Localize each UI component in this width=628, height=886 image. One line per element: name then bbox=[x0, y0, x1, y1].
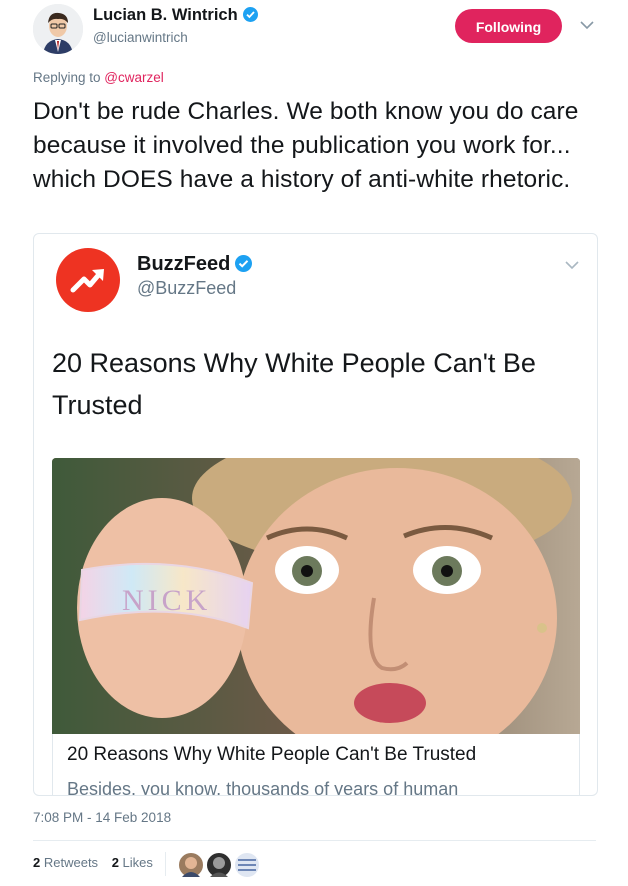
author-avatar[interactable] bbox=[33, 4, 83, 54]
chevron-down-icon[interactable] bbox=[578, 18, 596, 32]
reply-target-link[interactable]: @cwarzel bbox=[104, 70, 163, 85]
quoted-tweet-text: 20 Reasons Why White People Can't Be Tru… bbox=[52, 348, 536, 420]
tweet-stats: 2 Retweets 2 Likes bbox=[33, 855, 163, 870]
liker-avatar[interactable] bbox=[177, 851, 205, 879]
likes-count: 2 bbox=[111, 855, 119, 870]
quoted-author-handle[interactable]: @BuzzFeed bbox=[137, 278, 236, 299]
retweets-count: 2 bbox=[33, 855, 41, 870]
author-handle[interactable]: @lucianwintrich bbox=[93, 30, 188, 45]
quoted-author-name-row[interactable]: BuzzFeed bbox=[137, 253, 253, 276]
chevron-down-icon[interactable] bbox=[564, 258, 580, 270]
retweets-stat[interactable]: 2 Retweets bbox=[33, 855, 98, 870]
author-name[interactable]: Lucian B. Wintrich bbox=[93, 6, 238, 24]
verified-badge-icon bbox=[235, 255, 253, 272]
author-name-row[interactable]: Lucian B. Wintrich bbox=[93, 6, 258, 25]
liker-avatar[interactable] bbox=[205, 851, 233, 879]
tweet-timestamp[interactable]: 7:08 PM - 14 Feb 2018 bbox=[33, 810, 171, 825]
buzzfeed-logo-icon[interactable] bbox=[56, 248, 120, 312]
liker-avatar[interactable] bbox=[233, 851, 261, 879]
article-photo[interactable]: NICK bbox=[52, 458, 580, 734]
replying-to-label: Replying to bbox=[33, 70, 105, 85]
tweet-text: Don't be rude Charles. We both know you … bbox=[33, 98, 579, 193]
replying-to: Replying to @cwarzel bbox=[33, 70, 164, 85]
quoted-author-name[interactable]: BuzzFeed bbox=[137, 253, 230, 275]
link-preview-description: Besides, you know, thousands of years of… bbox=[67, 779, 459, 796]
stats-divider bbox=[165, 852, 166, 876]
quoted-tweet-card[interactable]: BuzzFeed @BuzzFeed 20 Reasons Why White … bbox=[33, 233, 598, 796]
link-preview-title[interactable]: 20 Reasons Why White People Can't Be Tru… bbox=[67, 744, 476, 766]
retweets-label: Retweets bbox=[43, 855, 99, 870]
verified-badge-icon bbox=[242, 7, 258, 22]
bracelet-text: NICK bbox=[122, 584, 211, 617]
avatar-image bbox=[33, 4, 83, 54]
likes-label: Likes bbox=[122, 855, 153, 870]
following-button[interactable]: Following bbox=[455, 9, 562, 43]
divider bbox=[33, 840, 596, 841]
likes-stat[interactable]: 2 Likes bbox=[112, 855, 153, 870]
